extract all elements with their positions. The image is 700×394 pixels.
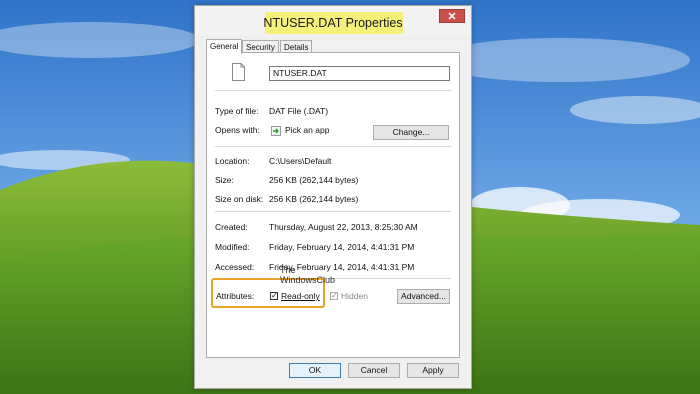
close-button[interactable]: ✕ <box>439 9 465 23</box>
file-icon <box>232 63 245 81</box>
ok-button[interactable]: OK <box>289 363 341 378</box>
cancel-button[interactable]: Cancel <box>348 363 400 378</box>
readonly-checkbox[interactable]: ✓ <box>270 292 278 300</box>
readonly-label[interactable]: Read-only <box>281 290 320 302</box>
hidden-checkbox[interactable]: ✓ <box>330 292 338 300</box>
watermark-line2: WindowsClub <box>280 275 336 285</box>
type-label: Type of file: <box>215 106 259 116</box>
apply-button[interactable]: Apply <box>407 363 459 378</box>
created-label: Created: <box>215 222 248 232</box>
attributes-label: Attributes: <box>216 291 255 301</box>
title-bar[interactable]: NTUSER.DAT Properties ✕ <box>195 6 471 35</box>
opens-with-label: Opens with: <box>215 125 260 135</box>
size-on-disk-label: Size on disk: <box>215 194 264 204</box>
properties-dialog: NTUSER.DAT Properties ✕ General Security… <box>194 5 472 389</box>
hidden-label[interactable]: Hidden <box>341 290 368 302</box>
general-panel: NTUSER.DAT Type of file: DAT File (.DAT)… <box>206 52 460 358</box>
accessed-label: Accessed: <box>215 262 255 272</box>
pick-app-icon <box>271 126 281 136</box>
file-name-field[interactable]: NTUSER.DAT <box>269 66 450 81</box>
size-label: Size: <box>215 175 234 185</box>
modified-value: Friday, February 14, 2014, 4:41:31 PM <box>269 242 415 252</box>
location-label: Location: <box>215 156 250 166</box>
location-value: C:\Users\Default <box>269 156 332 166</box>
size-on-disk-value: 256 KB (262,144 bytes) <box>269 194 359 204</box>
divider <box>215 146 451 147</box>
dialog-title: NTUSER.DAT Properties <box>263 16 403 30</box>
change-button[interactable]: Change... <box>373 125 449 140</box>
size-value: 256 KB (262,144 bytes) <box>269 175 359 185</box>
advanced-button[interactable]: Advanced... <box>397 289 450 304</box>
watermark-line1: The <box>280 265 296 275</box>
tab-general[interactable]: General <box>206 39 243 54</box>
modified-label: Modified: <box>215 242 250 252</box>
divider <box>215 211 451 212</box>
type-value: DAT File (.DAT) <box>269 106 329 116</box>
created-value: Thursday, August 22, 2013, 8:25:30 AM <box>269 222 418 232</box>
opens-with-value: Pick an app <box>285 125 330 135</box>
divider <box>215 90 451 91</box>
